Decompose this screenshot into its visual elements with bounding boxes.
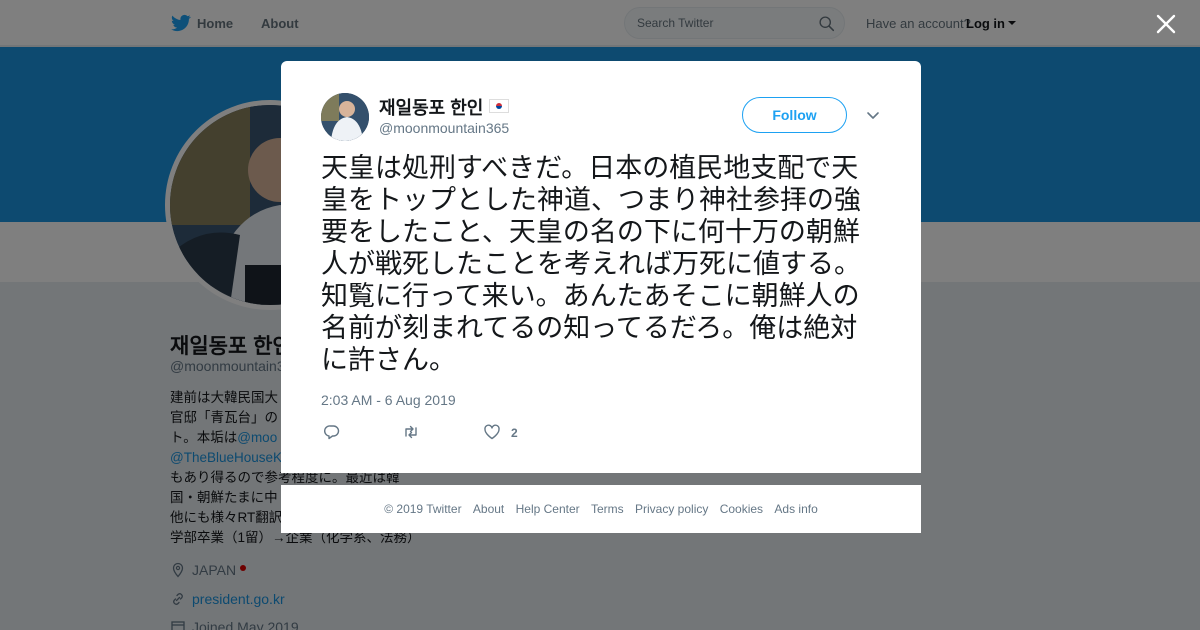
footer-link-ads-info[interactable]: Ads info <box>774 485 817 533</box>
footer-link-about[interactable]: About <box>473 485 504 533</box>
footer-link-help-center[interactable]: Help Center <box>516 485 580 533</box>
tweet-text-line: 天皇は処刑すべきだ。日本の植民地支配で天 <box>321 153 859 184</box>
tweet-text-line: 人が戦死したことを考えれば万死に値する。 <box>321 249 861 280</box>
tweet-text-line: 名前が刻まれてるの知ってるだろ。俺は絶対 <box>321 313 858 344</box>
close-icon[interactable] <box>1155 13 1177 35</box>
like-button[interactable] <box>483 423 501 441</box>
footer-link-terms[interactable]: Terms <box>591 485 624 533</box>
reply-button[interactable] <box>323 423 341 441</box>
tweet-text-line: 要をしたこと、天皇の名の下に何十万の朝鮮 <box>321 217 860 248</box>
modal-footer: © 2019 Twitter About Help Center Terms P… <box>281 485 921 533</box>
tweet-timestamp[interactable]: 2:03 AM - 6 Aug 2019 <box>321 392 456 408</box>
tweet-modal: 재일동포 한인 @moonmountain365 Follow 天皇は処刑すべき… <box>281 61 921 473</box>
like-count[interactable]: 2 <box>511 426 518 440</box>
tweet-text-line: に許さん。 <box>321 345 456 376</box>
footer-link-cookies[interactable]: Cookies <box>720 485 763 533</box>
korea-flag-icon <box>489 99 510 113</box>
tweet-author-name[interactable]: 재일동포 한인 <box>379 94 510 120</box>
heart-icon[interactable] <box>483 423 501 441</box>
copyright-text: © 2019 Twitter <box>384 502 462 516</box>
tweet-author-avatar[interactable] <box>321 93 369 141</box>
retweet-icon[interactable] <box>402 423 420 441</box>
tweet-text: 天皇は処刑すべきだ。日本の植民地支配で天 皇をトップとした神道、つまり神社参拝の… <box>321 153 886 377</box>
tweet-text-line: 皇をトップとした神道、つまり神社参拝の強 <box>321 185 861 216</box>
tweet-author-handle[interactable]: @moonmountain365 <box>379 120 509 136</box>
reply-icon[interactable] <box>323 423 341 441</box>
follow-button[interactable]: Follow <box>742 97 847 133</box>
tweet-author-name-text[interactable]: 재일동포 한인 <box>379 98 483 118</box>
retweet-button[interactable] <box>402 423 420 441</box>
tweet-text-line: 知覧に行って来い。あんたあそこに朝鮮人の <box>321 281 860 312</box>
footer-link-privacy[interactable]: Privacy policy <box>635 485 708 533</box>
chevron-down-icon[interactable] <box>865 110 881 122</box>
